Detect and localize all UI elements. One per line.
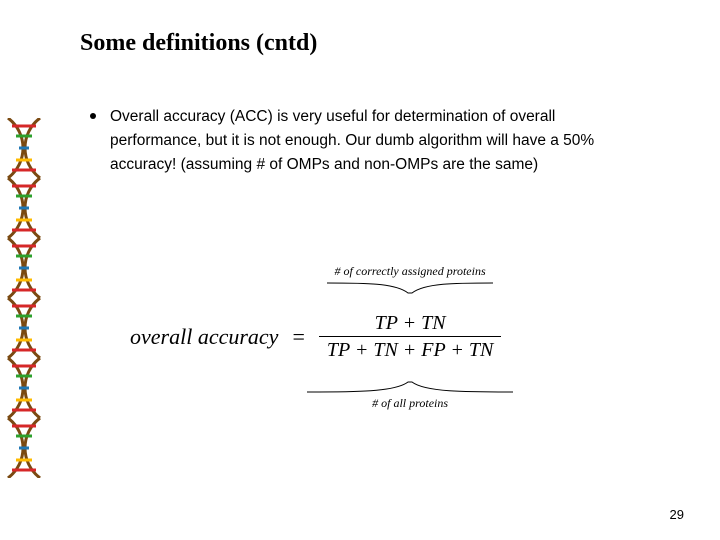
bullet-icon [90, 113, 96, 119]
slide-title: Some definitions (cntd) [80, 30, 660, 57]
denominator-annotation-text: # of all proteins [372, 396, 448, 411]
fraction: # of correctly assigned proteins TP + TN… [319, 310, 501, 363]
formula-label: overall accuracy [130, 324, 278, 350]
brace-down-icon [325, 281, 495, 295]
numerator: TP + TN [367, 310, 454, 336]
denominator-annotation: # of all proteins [305, 380, 515, 411]
dna-decoration [0, 118, 48, 478]
slide: Some definitions (cntd) Overall accuracy… [0, 0, 720, 540]
bullet-text: Overall accuracy (ACC) is very useful fo… [110, 105, 650, 177]
bullet-item: Overall accuracy (ACC) is very useful fo… [90, 105, 660, 177]
numerator-annotation: # of correctly assigned proteins [325, 264, 495, 295]
denominator: TP + TN + FP + TN [319, 337, 501, 363]
equals-sign: = [292, 324, 304, 350]
formula: overall accuracy = # of correctly assign… [130, 310, 650, 363]
numerator-annotation-text: # of correctly assigned proteins [335, 264, 486, 279]
fraction-body: TP + TN TP + TN + FP + TN [319, 310, 501, 363]
brace-up-icon [305, 380, 515, 394]
page-number: 29 [670, 507, 684, 522]
formula-row: overall accuracy = # of correctly assign… [130, 310, 650, 363]
dna-helix-icon [0, 118, 48, 478]
